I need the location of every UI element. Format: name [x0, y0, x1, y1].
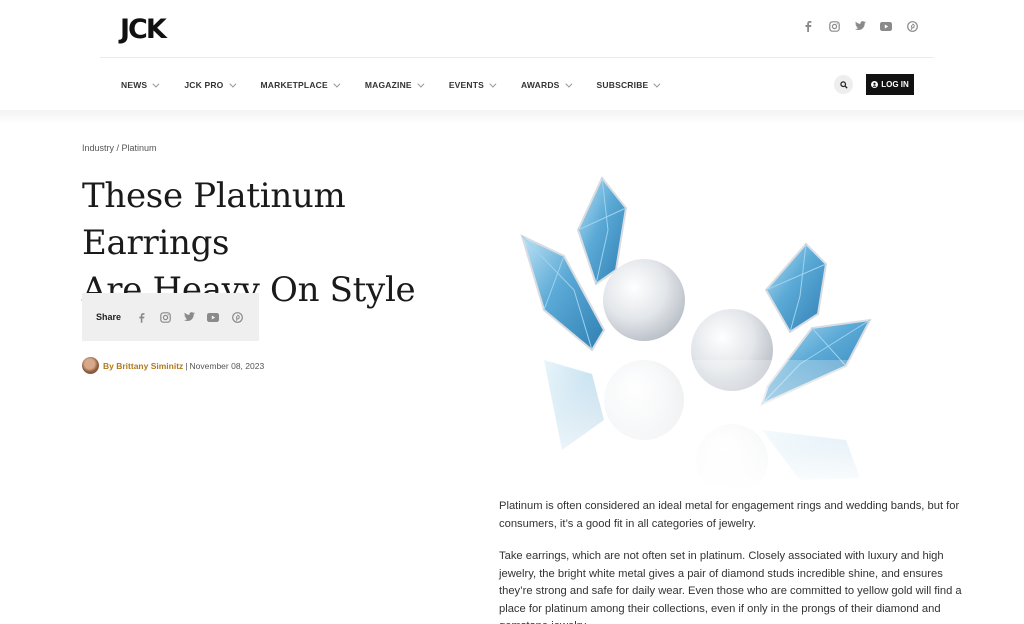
nav-label: MAGAZINE — [364, 80, 412, 90]
login-button[interactable]: LOG IN — [866, 74, 914, 95]
twitter-icon[interactable] — [183, 311, 195, 323]
header-shadow — [0, 110, 1024, 124]
left-earring — [520, 176, 685, 352]
chevron-down-icon — [228, 80, 236, 88]
chevron-down-icon — [333, 80, 341, 88]
nav-label: AWARDS — [521, 80, 560, 90]
pinterest-icon[interactable] — [906, 20, 918, 32]
nav-item-jck-pro[interactable]: JCK PRO — [184, 80, 236, 90]
earrings-image — [500, 176, 900, 490]
nav-item-subscribe[interactable]: SUBSCRIBE — [596, 80, 661, 90]
author-avatar — [82, 357, 99, 374]
nav-item-marketplace[interactable]: MARKETPLACE — [260, 80, 341, 90]
search-icon — [839, 80, 848, 89]
main-nav: NEWS JCK PRO MARKETPLACE MAGAZINE EVENTS… — [121, 78, 685, 92]
header-divider — [100, 57, 934, 58]
jck-logo[interactable]: JCK — [120, 14, 167, 45]
facebook-icon[interactable] — [135, 311, 147, 323]
nav-item-magazine[interactable]: MAGAZINE — [364, 80, 425, 90]
title-line-1: These Platinum Earrings — [82, 176, 346, 263]
search-button[interactable] — [834, 75, 853, 94]
publish-date: November 08, 2023 — [189, 360, 265, 371]
share-icons — [135, 311, 243, 323]
nav-item-events[interactable]: EVENTS — [448, 80, 497, 90]
header-social-links — [802, 20, 918, 32]
chevron-down-icon — [417, 80, 425, 88]
chevron-down-icon — [653, 80, 661, 88]
share-box: Share — [82, 293, 259, 341]
nav-label: EVENTS — [448, 80, 485, 90]
nav-label: JCK PRO — [184, 80, 224, 90]
chevron-down-icon — [564, 80, 572, 88]
author-link[interactable]: By Brittany Siminitz — [103, 361, 183, 371]
youtube-icon[interactable] — [207, 311, 220, 323]
nav-label: NEWS — [121, 80, 148, 90]
nav-item-news[interactable]: NEWS — [121, 80, 160, 90]
byline-separator: | — [185, 360, 188, 371]
nav-label: MARKETPLACE — [260, 80, 328, 90]
facebook-icon[interactable] — [802, 20, 814, 32]
article-paragraph-2: Take earrings, which are not often set i… — [499, 550, 962, 624]
byline: By Brittany Siminitz | November 08, 2023 — [82, 357, 264, 374]
twitter-icon[interactable] — [854, 20, 866, 32]
article-paragraph-1: Platinum is often considered an ideal me… — [499, 500, 960, 530]
chevron-down-icon — [489, 80, 497, 88]
instagram-icon[interactable] — [159, 311, 171, 323]
user-icon — [871, 81, 879, 88]
breadcrumb[interactable]: Industry / Platinum — [82, 143, 157, 153]
login-label: LOG IN — [881, 80, 909, 89]
site-header: JCK NEWS JCK PRO MARKETPLACE MAGAZINE EV… — [0, 0, 1024, 112]
pinterest-icon[interactable] — [231, 311, 243, 323]
nav-label: SUBSCRIBE — [596, 80, 649, 90]
youtube-icon[interactable] — [880, 20, 892, 32]
nav-item-awards[interactable]: AWARDS — [521, 80, 572, 90]
share-label: Share — [96, 312, 122, 322]
instagram-icon[interactable] — [828, 20, 840, 32]
chevron-down-icon — [152, 80, 160, 88]
